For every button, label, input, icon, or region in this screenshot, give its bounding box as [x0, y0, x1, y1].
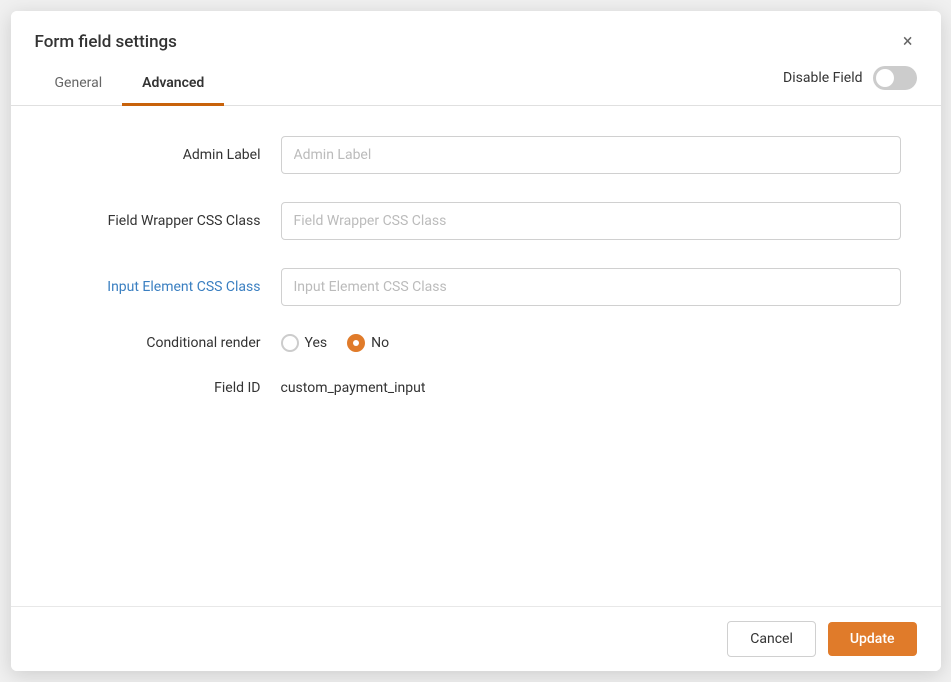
input-element-css-row: Input Element CSS Class [51, 268, 901, 306]
admin-label-text: Admin Label [51, 147, 281, 163]
field-id-row: Field ID custom_payment_input [51, 380, 901, 396]
toggle-slider [873, 66, 917, 90]
tab-general[interactable]: General [35, 63, 123, 106]
update-button[interactable]: Update [828, 622, 917, 656]
conditional-render-yes-radio[interactable] [281, 334, 299, 352]
field-wrapper-css-label: Field Wrapper CSS Class [51, 213, 281, 229]
disable-field-row: Disable Field [783, 66, 916, 102]
form-field-settings-modal: Form field settings × General Advanced D… [11, 11, 941, 671]
field-wrapper-css-row: Field Wrapper CSS Class [51, 202, 901, 240]
conditional-render-yes-label: Yes [305, 335, 328, 351]
cancel-button[interactable]: Cancel [727, 621, 816, 657]
conditional-render-radio-group: Yes No [281, 334, 390, 352]
conditional-render-row: Conditional render Yes No [51, 334, 901, 352]
conditional-render-no-option[interactable]: No [347, 334, 389, 352]
modal-title: Form field settings [35, 32, 177, 52]
disable-field-toggle[interactable] [873, 66, 917, 90]
conditional-render-no-radio[interactable] [347, 334, 365, 352]
conditional-render-yes-option[interactable]: Yes [281, 334, 328, 352]
conditional-render-label: Conditional render [51, 335, 281, 351]
modal-footer: Cancel Update [11, 606, 941, 671]
disable-field-label: Disable Field [783, 70, 862, 86]
modal-body: Admin Label Field Wrapper CSS Class Inpu… [11, 106, 941, 606]
tab-advanced[interactable]: Advanced [122, 63, 224, 106]
close-button[interactable]: × [899, 29, 917, 55]
admin-label-row: Admin Label [51, 136, 901, 174]
field-id-value: custom_payment_input [281, 380, 426, 396]
input-element-css-input[interactable] [281, 268, 901, 306]
tabs-left: General Advanced [35, 63, 225, 105]
tabs-bar: General Advanced Disable Field [11, 63, 941, 106]
input-element-css-label: Input Element CSS Class [51, 279, 281, 295]
conditional-render-no-label: No [371, 335, 389, 351]
modal-header: Form field settings × [11, 11, 941, 55]
field-id-label: Field ID [51, 380, 281, 396]
admin-label-input[interactable] [281, 136, 901, 174]
field-wrapper-css-input[interactable] [281, 202, 901, 240]
